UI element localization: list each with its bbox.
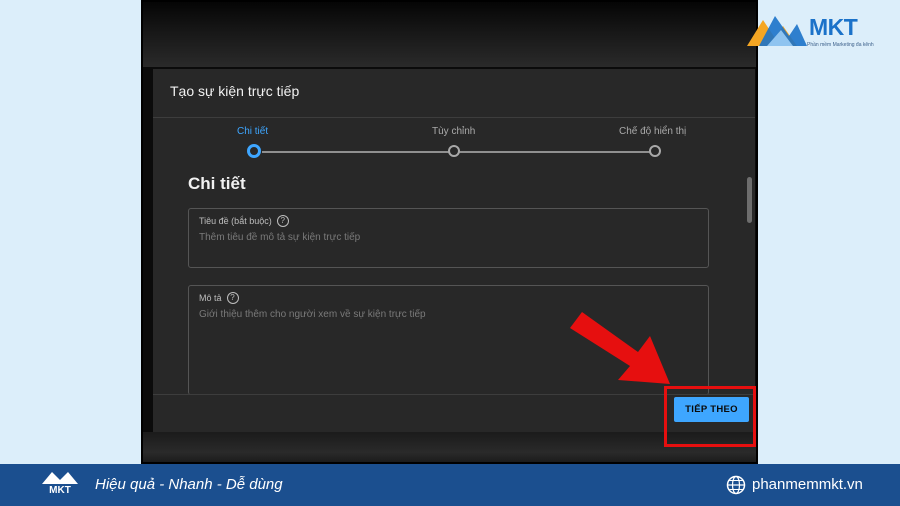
section-title: Chi tiết: [188, 174, 246, 193]
title-field-label-row: Tiêu đề (bắt buộc) ?: [199, 215, 289, 227]
step-label-details[interactable]: Chi tiết: [237, 126, 268, 137]
step-dot-customize[interactable]: [448, 145, 460, 157]
logo-subtitle: Phần mềm Marketing đa kênh: [807, 42, 874, 48]
screenshot-frame: Tạo sự kiện trực tiếp Chi tiết Tùy chỉnh…: [141, 0, 758, 464]
footer-tagline: Hiệu quả - Nhanh - Dễ dùng: [95, 476, 283, 493]
header-divider: [153, 117, 755, 118]
red-arrow-annotation: [570, 312, 670, 384]
globe-icon: [726, 475, 746, 495]
blurred-background-top: [143, 2, 756, 67]
title-field-label: Tiêu đề (bắt buộc): [199, 216, 272, 226]
description-field-placeholder[interactable]: Giới thiệu thêm cho người xem về sự kiện…: [199, 309, 426, 320]
dialog-title: Tạo sự kiện trực tiếp: [170, 83, 300, 99]
step-label-visibility[interactable]: Chế độ hiển thị: [619, 126, 686, 137]
help-icon[interactable]: ?: [226, 292, 239, 304]
description-field-label: Mô tả: [199, 293, 222, 303]
help-icon[interactable]: ?: [276, 215, 289, 227]
footer-bar: MKT Hiệu quả - Nhanh - Dễ dùng phanmemmk…: [0, 464, 900, 506]
title-field[interactable]: Tiêu đề (bắt buộc) ? Thêm tiêu đề mô tả …: [188, 208, 709, 268]
step-dot-details[interactable]: [247, 144, 261, 158]
mkt-logo-mark: [747, 16, 807, 46]
description-field-label-row: Mô tả ?: [199, 292, 239, 304]
title-field-placeholder[interactable]: Thêm tiêu đề mô tả sự kiện trực tiếp: [199, 232, 360, 243]
red-highlight-box: [664, 386, 756, 447]
mkt-logo: MKT Phần mềm Marketing đa kênh: [745, 12, 895, 52]
logo-text: MKT: [809, 14, 858, 40]
scrollbar-thumb[interactable]: [747, 177, 752, 223]
footer-logo-text: MKT: [49, 485, 71, 496]
step-dot-visibility[interactable]: [649, 145, 661, 157]
website-link[interactable]: phanmemmkt.vn: [752, 476, 863, 493]
step-label-customize[interactable]: Tùy chỉnh: [432, 126, 475, 137]
